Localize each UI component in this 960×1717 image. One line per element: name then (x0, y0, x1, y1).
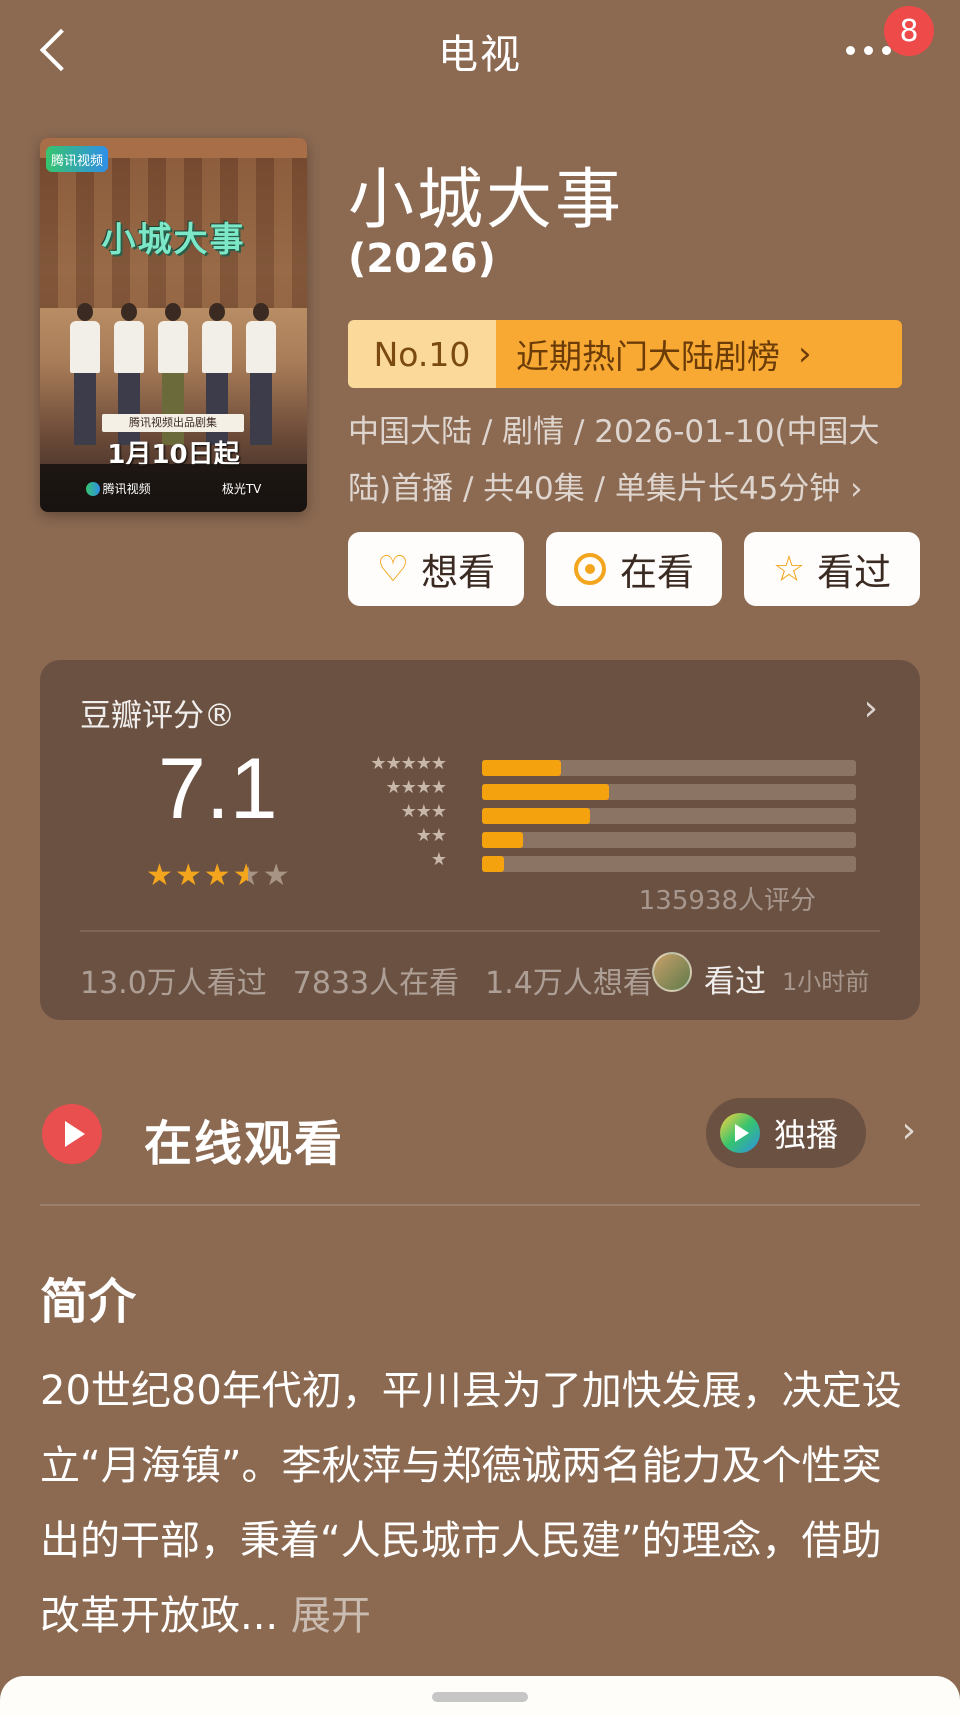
poster-ribbon: 腾讯视频出品剧集 (102, 414, 244, 432)
avatar[interactable] (652, 952, 692, 992)
rating-row-3: ★★★ (336, 801, 856, 828)
rating-count: 135938人评分 (638, 886, 816, 916)
divider (80, 930, 880, 932)
rank-number: No.10 (348, 320, 496, 388)
friend-action: 看过 (704, 964, 766, 1000)
online-watch-row[interactable]: 在线观看 独播 › (40, 1090, 920, 1176)
watching-count: 7833人在看 (292, 966, 460, 1001)
exclusive-platform-button[interactable]: 独播 (706, 1098, 866, 1168)
play-icon (42, 1104, 102, 1164)
watched-count: 13.0万人看过 (80, 966, 267, 1001)
half-star-icon: ★ (233, 858, 248, 893)
more-dots-icon (846, 45, 855, 55)
tencent-video-logo: 腾讯视频 (46, 146, 108, 172)
rating-distribution: ★★★★★ ★★★★ ★★★ ★★ ★ (336, 753, 856, 876)
rating-stars: ★★★★★★ (146, 858, 292, 893)
target-icon (574, 553, 606, 585)
nav-header: 电视 8 (0, 0, 960, 100)
synopsis-text: 20世纪80年代初，平川县为了加快发展，决定设立“月海镇”。李秋萍与郑德诚两名能… (40, 1368, 902, 1639)
expand-link[interactable]: 展开 (291, 1593, 371, 1639)
tencent-video-icon (720, 1113, 760, 1153)
online-watch-title: 在线观看 (144, 1116, 345, 1172)
drama-title: 小城大事 (348, 161, 624, 238)
chevron-right-icon: › (901, 1110, 916, 1151)
star-icon: ★★★ (146, 858, 233, 893)
notification-badge: 8 (884, 6, 934, 56)
friend-time: 1小时前 (782, 968, 870, 996)
rating-bar (482, 760, 561, 776)
drama-year: (2026) (348, 236, 496, 282)
want-to-watch-button[interactable]: ♡ 想看 (348, 532, 524, 606)
drama-meta[interactable]: 中国大陆 / 剧情 / 2026-01-10(中国大陆)首播 / 共40集 / … (348, 404, 914, 518)
rating-row-1: ★ (336, 849, 856, 876)
page-title: 电视 (438, 32, 522, 78)
chevron-right-icon[interactable]: › (864, 688, 878, 729)
watching-button[interactable]: 在看 (546, 532, 722, 606)
heart-plus-icon: ♡ (376, 548, 410, 590)
rating-bar (482, 784, 610, 800)
star-icon: ☆ (772, 548, 806, 590)
tencent-video-icon (85, 482, 100, 496)
ranking-banner[interactable]: No.10 近期热门大陆剧榜 › (348, 320, 902, 388)
rating-score: 7.1 (158, 741, 278, 837)
rating-bar (482, 808, 591, 824)
watched-button[interactable]: ☆ 看过 (744, 532, 920, 606)
synopsis-title: 简介 (40, 1274, 137, 1330)
drag-handle[interactable] (432, 1692, 528, 1702)
poster-footer: 腾讯视频 极光TV (40, 464, 307, 512)
action-buttons: ♡ 想看 在看 ☆ 看过 (348, 532, 920, 606)
rank-list-name: 近期热门大陆剧榜 (516, 337, 780, 376)
rating-card[interactable]: 豆瓣评分® › 7.1 ★★★★★★ ★★★★★ ★★★★ ★★★ ★★ ★ 1… (40, 660, 920, 1020)
rating-bar (482, 832, 524, 848)
star-empty-icon: ★ (262, 858, 292, 893)
rating-row-2: ★★ (336, 825, 856, 852)
drama-poster[interactable]: 腾讯视频 小城大事 腾讯视频出品剧集 1月10日起 腾讯视频 极光TV (40, 138, 307, 512)
want-count: 1.4万人想看 (485, 966, 653, 1001)
bottom-sheet[interactable] (0, 1676, 960, 1717)
chevron-right-icon: › (798, 334, 812, 374)
rating-bar (482, 856, 505, 872)
divider (40, 1204, 920, 1206)
rating-label: 豆瓣评分® (80, 698, 235, 734)
poster-title: 小城大事 (101, 220, 246, 260)
